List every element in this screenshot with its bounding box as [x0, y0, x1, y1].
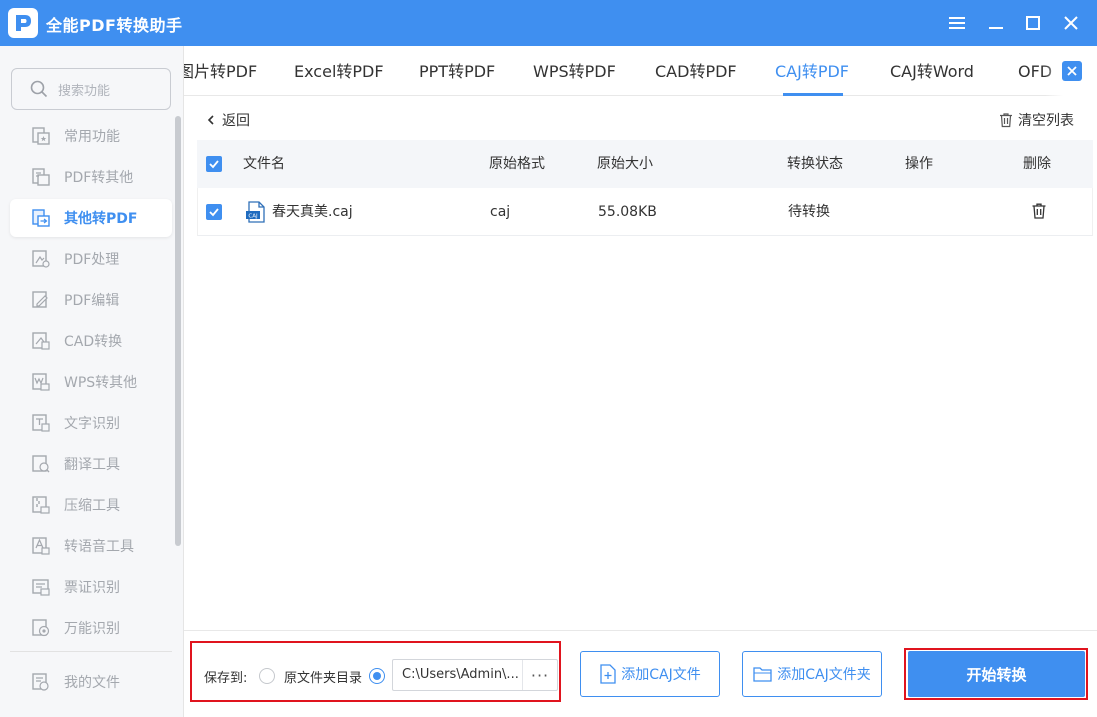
tab-caj-to-word[interactable]: CAJ转Word	[890, 46, 974, 95]
speech-icon	[30, 535, 52, 557]
title-bar: 全能PDF转换助手	[0, 0, 1097, 46]
header-delete: 删除	[1023, 156, 1051, 172]
row-checkbox[interactable]	[206, 204, 222, 220]
pdf-process-icon	[30, 248, 52, 270]
header-action: 操作	[905, 156, 933, 172]
delete-row-icon[interactable]	[1030, 202, 1048, 224]
active-tab-indicator	[783, 93, 843, 96]
sidebar-item-pdf-edit[interactable]: PDF编辑	[10, 281, 172, 319]
sidebar-item-common[interactable]: 常用功能	[10, 117, 172, 155]
tab-bar: 图片转PDF Excel转PDF PPT转PDF WPS转PDF CAD转PDF…	[184, 46, 1097, 96]
add-caj-file-button[interactable]: 添加CAJ文件	[580, 651, 720, 697]
browse-path-button[interactable]: ···	[522, 660, 557, 690]
minimize-icon[interactable]	[983, 10, 1009, 36]
translate-icon	[30, 453, 52, 475]
sidebar-item-compress[interactable]: 压缩工具	[10, 486, 172, 524]
file-name: 春天真美.caj	[272, 204, 353, 220]
star-doc-icon	[30, 125, 52, 147]
tab-ppt-to-pdf[interactable]: PPT转PDF	[419, 46, 495, 95]
sidebar-item-ocr[interactable]: 文字识别	[10, 404, 172, 442]
sidebar: 搜索功能 常用功能 PDF转其他 其他转PDF PDF处理 PDF编辑 CAD转…	[0, 46, 184, 717]
save-to-label: 保存到:	[204, 671, 248, 686]
menu-icon[interactable]	[944, 10, 970, 36]
radio-original-folder[interactable]	[259, 668, 275, 684]
table-row[interactable]: CAJ 春天真美.caj caj 55.08KB 待转换	[197, 188, 1093, 236]
app-title: 全能PDF转换助手	[46, 16, 183, 35]
tabs-close-icon[interactable]	[1062, 61, 1082, 81]
tab-excel-to-pdf[interactable]: Excel转PDF	[294, 46, 384, 95]
scan-icon	[30, 617, 52, 639]
tab-image-to-pdf[interactable]: 图片转PDF	[184, 46, 257, 95]
table-header: 文件名 原始格式 原始大小 转换状态 操作 删除	[197, 140, 1093, 188]
trash-icon	[1000, 113, 1012, 128]
sidebar-divider	[10, 651, 172, 652]
search-input[interactable]: 搜索功能	[11, 68, 171, 110]
file-status: 待转换	[788, 204, 830, 220]
maximize-icon[interactable]	[1020, 10, 1046, 36]
select-all-checkbox[interactable]	[206, 156, 222, 172]
header-size: 原始大小	[597, 156, 653, 172]
add-caj-folder-button[interactable]: 添加CAJ文件夹	[742, 651, 882, 697]
header-format: 原始格式	[489, 156, 545, 172]
sidebar-item-pdf-process[interactable]: PDF处理	[10, 240, 172, 278]
back-button[interactable]: 返回	[205, 110, 250, 130]
sidebar-item-other-to-pdf[interactable]: 其他转PDF	[10, 199, 172, 237]
sidebar-item-scan[interactable]: 万能识别	[10, 609, 172, 647]
ticket-icon	[30, 576, 52, 598]
tab-wps-to-pdf[interactable]: WPS转PDF	[533, 46, 616, 95]
tab-caj-to-pdf[interactable]: CAJ转PDF	[775, 46, 849, 95]
original-folder-label: 原文件夹目录	[284, 671, 363, 686]
file-size: 55.08KB	[598, 204, 657, 220]
folder-icon	[753, 667, 772, 682]
app-logo-icon	[8, 8, 38, 38]
header-status: 转换状态	[787, 156, 843, 172]
sidebar-item-ticket[interactable]: 票证识别	[10, 568, 172, 606]
cad-icon	[30, 330, 52, 352]
sidebar-item-speech[interactable]: 转语音工具	[10, 527, 172, 565]
bottom-divider	[184, 630, 1097, 631]
search-placeholder: 搜索功能	[58, 83, 111, 99]
tab-cad-to-pdf[interactable]: CAD转PDF	[655, 46, 737, 95]
close-icon[interactable]	[1058, 10, 1084, 36]
sidebar-item-my-files[interactable]: 我的文件	[10, 663, 172, 701]
sidebar-item-wps[interactable]: WPS转其他	[10, 363, 172, 401]
compress-icon	[30, 494, 52, 516]
pdf-export-icon	[30, 166, 52, 188]
chevron-left-icon	[207, 115, 214, 125]
clear-list-button[interactable]: 清空列表	[998, 110, 1074, 130]
my-files-icon	[30, 671, 52, 693]
file-format: caj	[490, 204, 511, 220]
header-name: 文件名	[243, 156, 285, 172]
sidebar-scrollbar[interactable]	[175, 116, 181, 546]
sidebar-item-pdf-to-other[interactable]: PDF转其他	[10, 158, 172, 196]
add-file-icon	[600, 664, 616, 684]
sidebar-item-translate[interactable]: 翻译工具	[10, 445, 172, 483]
svg-text:CAJ: CAJ	[248, 213, 258, 219]
ocr-icon	[30, 412, 52, 434]
start-convert-button[interactable]: 开始转换	[908, 651, 1085, 697]
caj-file-icon: CAJ	[245, 201, 267, 223]
pdf-edit-icon	[30, 289, 52, 311]
pdf-import-icon	[30, 207, 52, 229]
radio-custom-path[interactable]	[369, 668, 385, 684]
search-icon	[30, 80, 48, 98]
sidebar-item-cad[interactable]: CAD转换	[10, 322, 172, 360]
wps-icon	[30, 371, 52, 393]
